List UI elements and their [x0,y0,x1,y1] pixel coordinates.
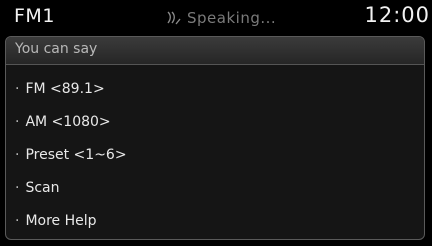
command-item-more-help[interactable]: · More Help [6,204,424,237]
command-item-preset[interactable]: · Preset <1~6> [6,138,424,171]
status-bar: FM1 Speaking... 12:00 [0,0,432,34]
command-label: Preset <1~6> [25,146,127,163]
bullet: · [15,212,20,229]
band-label: FM1 [14,5,55,27]
command-label: AM <1080> [25,113,111,130]
speaking-indicator: Speaking... [165,7,276,29]
command-item-scan[interactable]: · Scan [6,171,424,204]
command-item-am[interactable]: · AM <1080> [6,105,424,138]
command-label: FM <89.1> [25,80,105,97]
panel-title: You can say [15,41,98,57]
speaking-status-text: Speaking... [187,9,277,27]
bullet: · [15,179,20,196]
command-item-fm[interactable]: · FM <89.1> [6,72,424,105]
panel-header: You can say [6,37,424,65]
bullet: · [15,146,20,163]
voice-recognition-screen: FM1 Speaking... 12:00 You can say · FM <… [0,0,432,246]
bullet: · [15,80,20,97]
command-label: Scan [25,179,60,196]
command-list: · FM <89.1> · AM <1080> · Preset <1~6> ·… [6,65,424,237]
clock: 12:00 [364,3,430,27]
bullet: · [15,113,20,130]
command-label: More Help [25,212,97,229]
voice-wave-icon [165,9,183,27]
voice-commands-panel: You can say · FM <89.1> · AM <1080> · Pr… [5,36,425,240]
